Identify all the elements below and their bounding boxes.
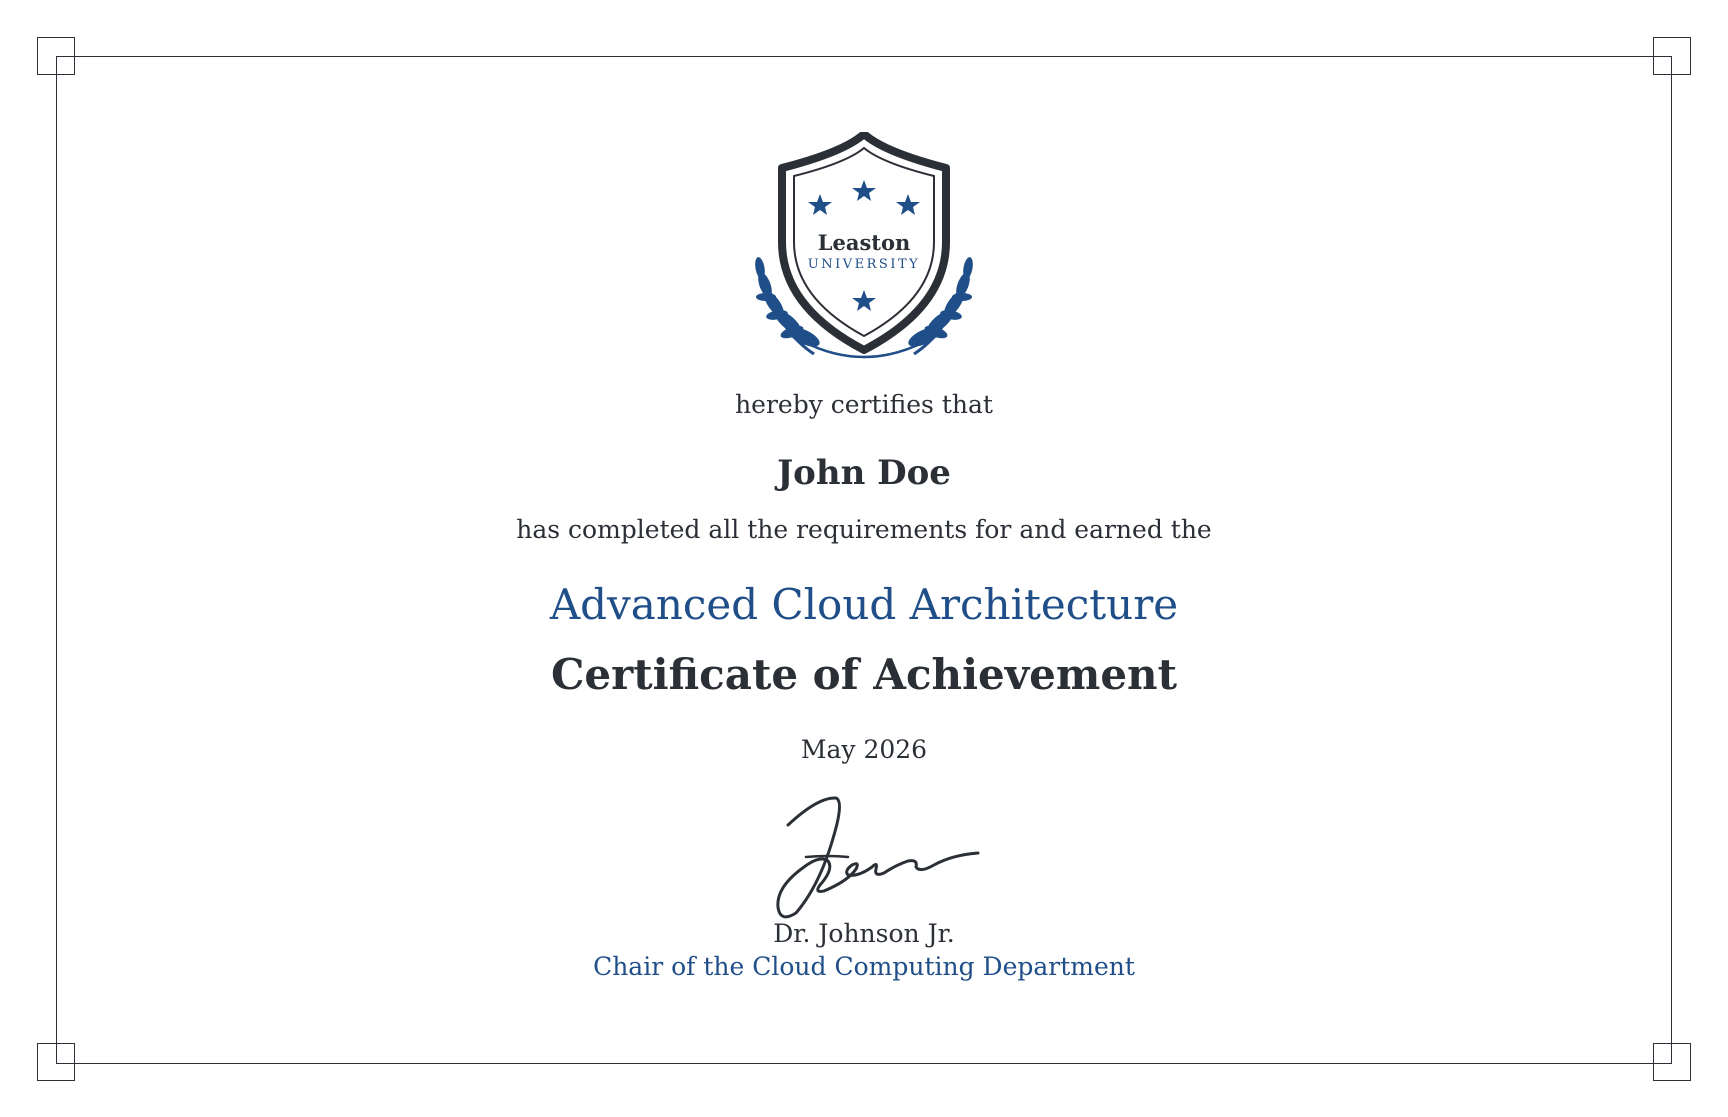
signatory-title: Chair of the Cloud Computing Department: [593, 952, 1135, 981]
signatory-name: Dr. Johnson Jr.: [773, 919, 955, 948]
corner-ornament-top-left: [37, 37, 75, 75]
issue-date: May 2026: [800, 735, 928, 764]
program-title: Advanced Cloud Architecture: [549, 580, 1179, 629]
corner-ornament-bottom-right: [1653, 1043, 1691, 1081]
corner-ornament-bottom-left: [37, 1043, 75, 1081]
crest-subname: UNIVERSITY: [808, 257, 920, 272]
completion-statement: has completed all the requirements for a…: [516, 515, 1212, 544]
certifies-text: hereby certifies that: [735, 390, 993, 419]
award-title: Certificate of Achievement: [550, 650, 1177, 699]
crest-name: Leaston: [818, 230, 911, 255]
corner-ornament-top-right: [1653, 37, 1691, 75]
university-crest-logo: Leaston UNIVERSITY: [755, 132, 973, 359]
recipient-name: John Doe: [777, 453, 951, 493]
handwritten-signature: [776, 796, 980, 919]
